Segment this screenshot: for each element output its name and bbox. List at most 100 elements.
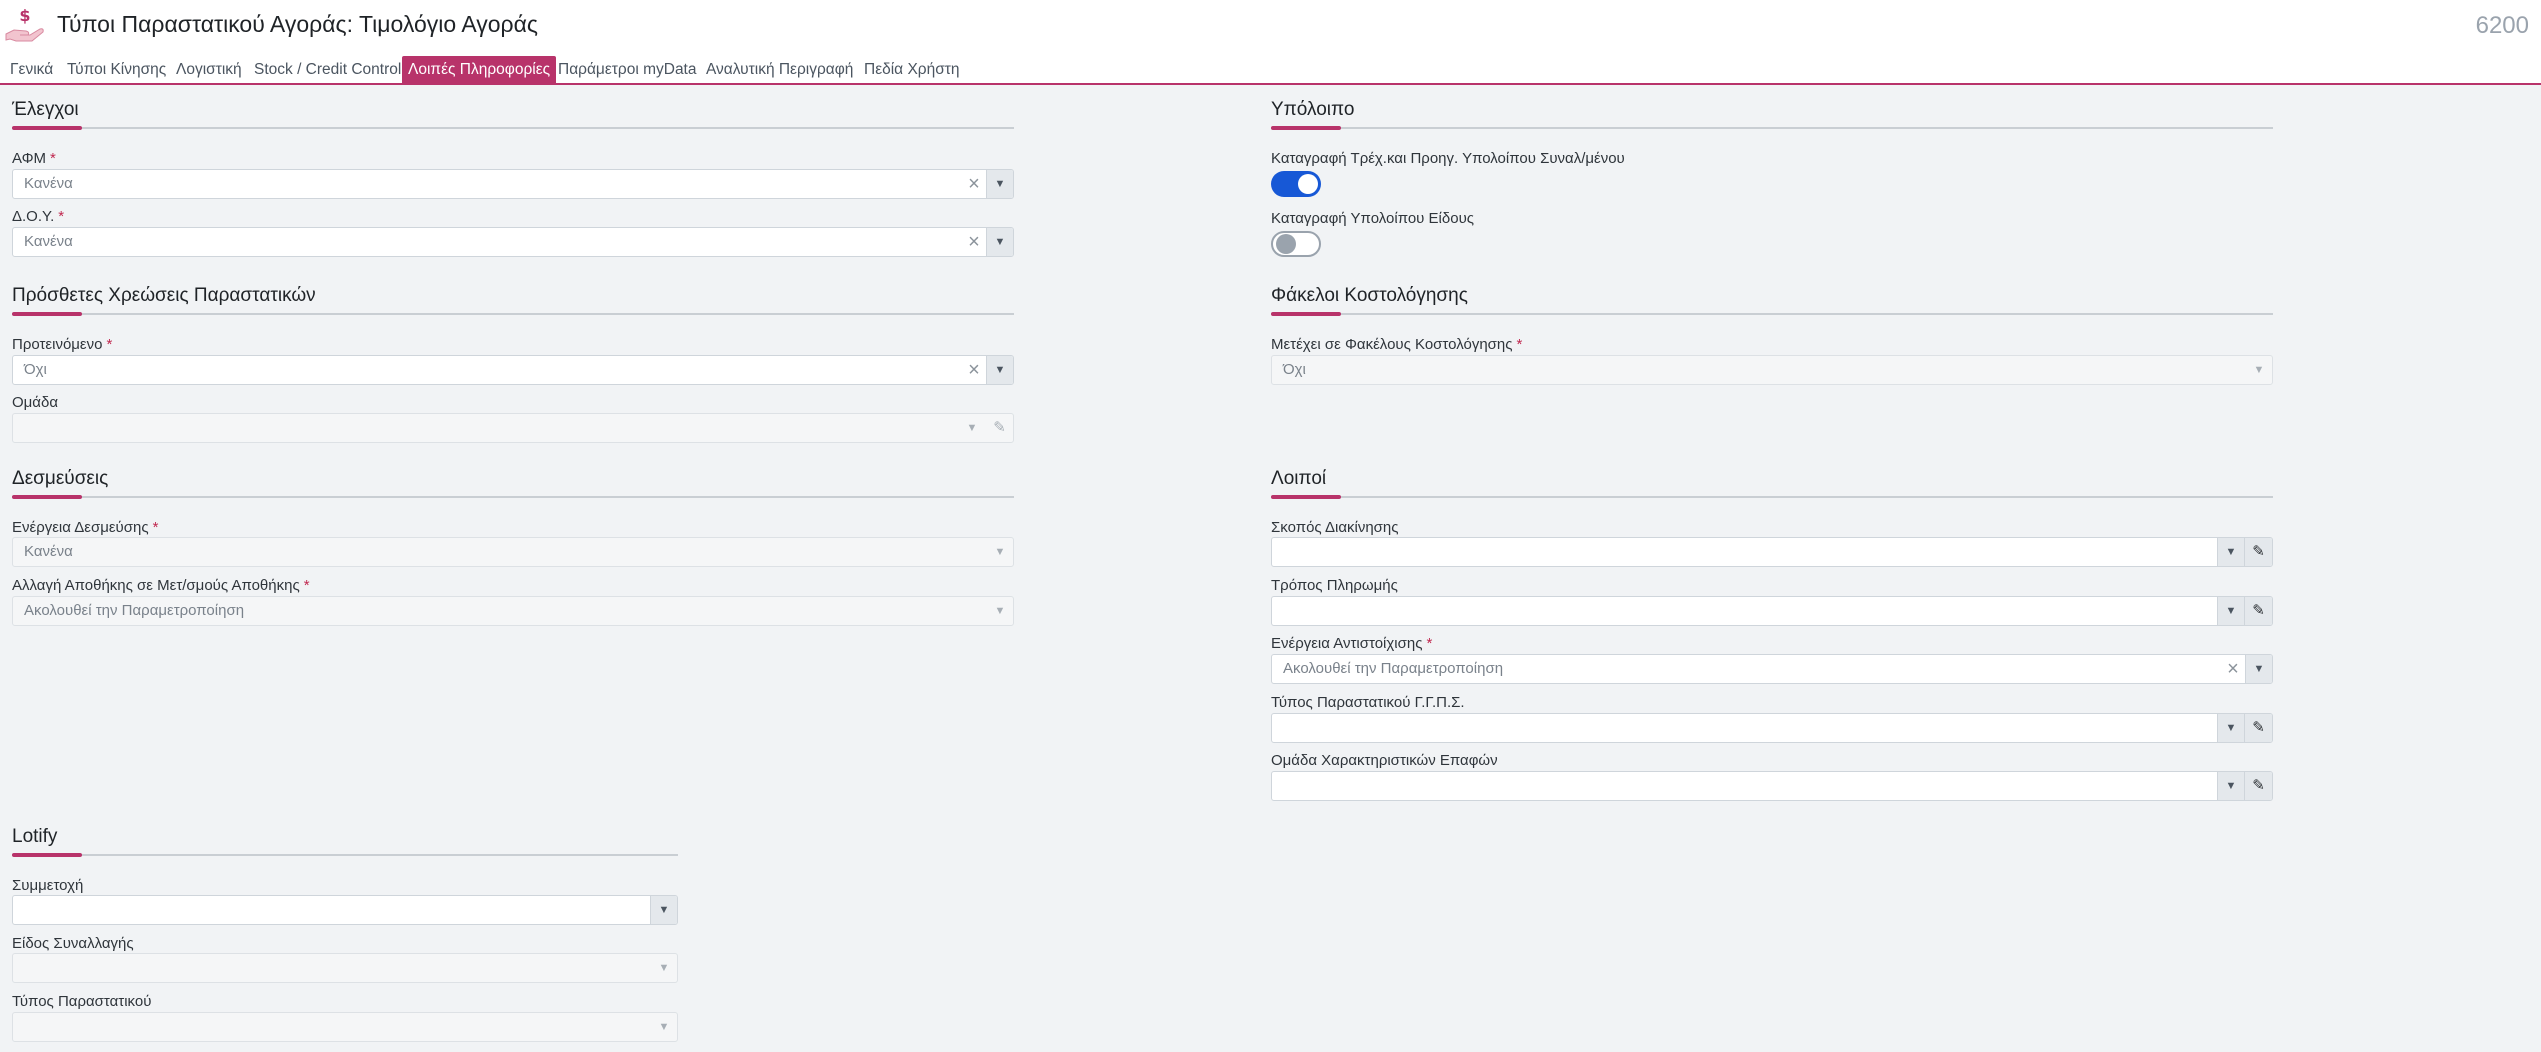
transaction-type-select[interactable]: ▼ bbox=[12, 953, 678, 983]
group-label: Ομάδα bbox=[12, 394, 59, 411]
suggested-label: Προτεινόμενο * bbox=[12, 336, 113, 353]
doy-value: Κανένα bbox=[24, 233, 73, 250]
clear-icon[interactable]: × bbox=[963, 228, 985, 256]
chevron-down-icon[interactable]: ▼ bbox=[2217, 597, 2244, 625]
section-divider bbox=[12, 854, 678, 856]
warehouse-change-select[interactable]: Ακολουθεί την Παραμετροποίηση ▼ bbox=[12, 596, 1014, 626]
costing-participates-select[interactable]: Όχι ▼ bbox=[1271, 355, 2273, 385]
chevron-down-icon[interactable]: ▼ bbox=[651, 954, 677, 982]
required-mark: * bbox=[303, 577, 310, 594]
chevron-down-icon[interactable]: ▼ bbox=[2217, 538, 2244, 566]
doy-select[interactable]: Κανένα × ▼ bbox=[12, 227, 1014, 257]
document-number: 6200 bbox=[2475, 12, 2529, 39]
document-type-select[interactable]: ▼ bbox=[12, 1012, 678, 1042]
pencil-icon[interactable]: ✎ bbox=[2244, 772, 2272, 800]
tab-bar: Γενικά Τύποι Κίνησης Λογιστική Stock / C… bbox=[0, 52, 2541, 85]
section-accent bbox=[12, 312, 82, 316]
record-current-balance-toggle[interactable] bbox=[1271, 171, 1321, 197]
chevron-down-icon[interactable]: ▼ bbox=[2217, 772, 2244, 800]
matching-action-label: Ενέργεια Αντιστοίχισης * bbox=[1271, 635, 1433, 652]
required-mark: * bbox=[152, 519, 159, 536]
payment-method-select[interactable]: ▼ ✎ bbox=[1271, 596, 2273, 626]
required-mark: * bbox=[1426, 635, 1433, 652]
chevron-down-icon[interactable]: ▼ bbox=[986, 356, 1013, 384]
chevron-down-icon[interactable]: ▼ bbox=[986, 170, 1013, 198]
money-hand-icon: $ bbox=[5, 6, 44, 42]
record-item-balance-toggle[interactable] bbox=[1271, 231, 1321, 257]
contact-characteristics-group-select[interactable]: ▼ ✎ bbox=[1271, 771, 2273, 801]
section-divider bbox=[12, 127, 1014, 129]
transaction-type-label: Είδος Συναλλαγής bbox=[12, 935, 134, 952]
tab-user-fields[interactable]: Πεδία Χρήστη bbox=[858, 56, 966, 83]
section-title: Φάκελοι Κοστολόγησης bbox=[1271, 285, 1468, 306]
afm-value: Κανένα bbox=[24, 175, 73, 192]
page-header: $ Τύποι Παραστατικού Αγοράς: Τιμολόγιο Α… bbox=[0, 0, 2541, 52]
required-mark: * bbox=[58, 208, 65, 225]
pencil-icon[interactable]: ✎ bbox=[2244, 538, 2272, 566]
chevron-down-icon[interactable]: ▼ bbox=[959, 414, 985, 442]
movement-purpose-label: Σκοπός Διακίνησης bbox=[1271, 519, 1399, 536]
commitment-action-label: Ενέργεια Δεσμεύσης * bbox=[12, 519, 159, 536]
tab-mydata-parameters[interactable]: Παράμετροι myData bbox=[552, 56, 703, 83]
required-mark: * bbox=[106, 336, 113, 353]
warehouse-change-label: Αλλαγή Αποθήκης σε Μετ/σμούς Αποθήκης * bbox=[12, 577, 310, 594]
tab-accounting[interactable]: Λογιστική bbox=[170, 56, 248, 83]
toggle-knob bbox=[1276, 234, 1296, 254]
section-title: Υπόλοιπο bbox=[1271, 99, 1355, 120]
contact-characteristics-group-label: Ομάδα Χαρακτηριστικών Επαφών bbox=[1271, 752, 1498, 769]
group-select[interactable]: ▼ ✎ bbox=[12, 413, 1014, 443]
pencil-icon[interactable]: ✎ bbox=[2244, 714, 2272, 742]
afm-select[interactable]: Κανένα × ▼ bbox=[12, 169, 1014, 199]
participation-label: Συμμετοχή bbox=[12, 877, 84, 894]
record-current-balance-label: Καταγραφή Τρέχ.και Προηγ. Υπολοίπου Συνα… bbox=[1271, 150, 1625, 167]
required-mark: * bbox=[50, 150, 56, 167]
clear-icon[interactable]: × bbox=[963, 170, 985, 198]
ggps-document-type-select[interactable]: ▼ ✎ bbox=[1271, 713, 2273, 743]
chevron-down-icon[interactable]: ▼ bbox=[987, 538, 1013, 566]
tab-stock-credit-control[interactable]: Stock / Credit Control bbox=[248, 56, 407, 83]
svg-text:$: $ bbox=[19, 6, 30, 25]
chevron-down-icon[interactable]: ▼ bbox=[2246, 356, 2272, 384]
record-item-balance-label: Καταγραφή Υπολοίπου Είδους bbox=[1271, 210, 1475, 227]
suggested-value: Όχι bbox=[24, 361, 47, 378]
chevron-down-icon[interactable]: ▼ bbox=[650, 896, 677, 924]
section-title: Πρόσθετες Χρεώσεις Παραστατικών bbox=[12, 285, 316, 306]
movement-purpose-select[interactable]: ▼ ✎ bbox=[1271, 537, 2273, 567]
tab-general[interactable]: Γενικά bbox=[4, 56, 59, 83]
clear-icon[interactable]: × bbox=[2222, 655, 2244, 683]
document-type-label: Τύπος Παραστατικού bbox=[12, 993, 152, 1010]
required-mark: * bbox=[1516, 336, 1523, 353]
chevron-down-icon[interactable]: ▼ bbox=[651, 1013, 677, 1041]
commitment-action-value: Κανένα bbox=[24, 543, 73, 560]
section-accent bbox=[12, 495, 82, 499]
section-divider bbox=[12, 496, 1014, 498]
costing-participates-value: Όχι bbox=[1283, 361, 1306, 378]
doy-label: Δ.Ο.Υ. * bbox=[12, 208, 65, 225]
chevron-down-icon[interactable]: ▼ bbox=[987, 597, 1013, 625]
participation-select[interactable]: ▼ bbox=[12, 895, 678, 925]
toggle-knob bbox=[1298, 174, 1318, 194]
section-accent bbox=[12, 853, 82, 857]
tab-detailed-description[interactable]: Αναλυτική Περιγραφή bbox=[700, 56, 859, 83]
page-title: Τύποι Παραστατικού Αγοράς: Τιμολόγιο Αγο… bbox=[57, 11, 539, 37]
clear-icon[interactable]: × bbox=[963, 356, 985, 384]
section-title: Λοιποί bbox=[1271, 468, 1327, 489]
section-title: Έλεγχοι bbox=[12, 99, 79, 120]
chevron-down-icon[interactable]: ▼ bbox=[986, 228, 1013, 256]
chevron-down-icon[interactable]: ▼ bbox=[2217, 714, 2244, 742]
matching-action-select[interactable]: Ακολουθεί την Παραμετροποίηση × ▼ bbox=[1271, 654, 2273, 684]
suggested-select[interactable]: Όχι × ▼ bbox=[12, 355, 1014, 385]
section-accent bbox=[12, 126, 82, 130]
pencil-icon[interactable]: ✎ bbox=[2244, 597, 2272, 625]
tab-other-info[interactable]: Λοιπές Πληροφορίες bbox=[402, 56, 557, 83]
commitment-action-select[interactable]: Κανένα ▼ bbox=[12, 537, 1014, 567]
section-divider bbox=[1271, 313, 2273, 315]
section-divider bbox=[1271, 496, 2273, 498]
pencil-icon[interactable]: ✎ bbox=[986, 414, 1013, 442]
section-accent bbox=[1271, 126, 1341, 130]
tab-movement-types[interactable]: Τύποι Κίνησης bbox=[61, 56, 172, 83]
section-accent bbox=[1271, 312, 1341, 316]
section-title: Lotify bbox=[12, 826, 58, 847]
chevron-down-icon[interactable]: ▼ bbox=[2245, 655, 2272, 683]
ggps-document-type-label: Τύπος Παραστατικού Γ.Γ.Π.Σ. bbox=[1271, 694, 1465, 711]
